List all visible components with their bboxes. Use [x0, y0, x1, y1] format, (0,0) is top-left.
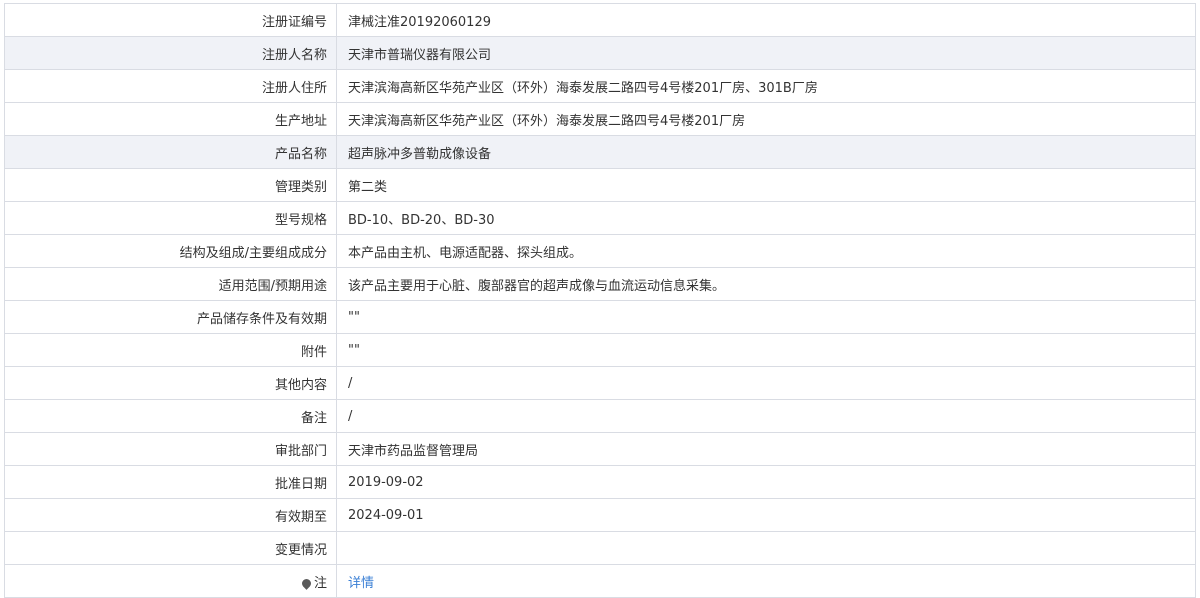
row-structure-composition: 结构及组成/主要组成成分 本产品由主机、电源适配器、探头组成。 — [4, 234, 1196, 268]
note-value-cell: 详情 — [336, 564, 1196, 598]
row-product-name: 产品名称 超声脉冲多普勒成像设备 — [4, 135, 1196, 169]
row-value — [336, 531, 1196, 565]
row-label: 管理类别 — [4, 168, 337, 202]
pin-icon — [300, 576, 313, 590]
row-label: 批准日期 — [4, 465, 337, 499]
registration-detail: 注册证编号 津械注准20192060129 注册人名称 天津市普瑞仪器有限公司 … — [4, 3, 1196, 598]
note-label: 注 — [313, 575, 327, 591]
row-remarks: 备注 / — [4, 399, 1196, 433]
row-value: 津械注准20192060129 — [336, 3, 1196, 37]
row-value: 超声脉冲多普勒成像设备 — [336, 135, 1196, 169]
row-value: 本产品由主机、电源适配器、探头组成。 — [336, 234, 1196, 268]
row-approval-date: 批准日期 2019-09-02 — [4, 465, 1196, 499]
row-value: "" — [336, 300, 1196, 334]
row-production-address: 生产地址 天津滨海高新区华苑产业区（环外）海泰发展二路四号4号楼201厂房 — [4, 102, 1196, 136]
row-value: "" — [336, 333, 1196, 367]
row-label: 注册人住所 — [4, 69, 337, 103]
row-value: 天津市普瑞仪器有限公司 — [336, 36, 1196, 70]
row-other-content: 其他内容 / — [4, 366, 1196, 400]
row-value: 2019-09-02 — [336, 465, 1196, 499]
row-label: 备注 — [4, 399, 337, 433]
row-value: 天津市药品监督管理局 — [336, 432, 1196, 466]
row-intended-use: 适用范围/预期用途 该产品主要用于心脏、腹部器官的超声成像与血流运动信息采集。 — [4, 267, 1196, 301]
row-label: 型号规格 — [4, 201, 337, 235]
row-label: 注册证编号 — [4, 3, 337, 37]
row-value: 天津滨海高新区华苑产业区（环外）海泰发展二路四号4号楼201厂房 — [336, 102, 1196, 136]
row-valid-until: 有效期至 2024-09-01 — [4, 498, 1196, 532]
row-label: 其他内容 — [4, 366, 337, 400]
row-value: BD-10、BD-20、BD-30 — [336, 201, 1196, 235]
row-value: 第二类 — [336, 168, 1196, 202]
row-label: 结构及组成/主要组成成分 — [4, 234, 337, 268]
row-change-status: 变更情况 — [4, 531, 1196, 565]
note-label-cell: 注 — [4, 564, 337, 598]
row-attachment: 附件 "" — [4, 333, 1196, 367]
row-label: 审批部门 — [4, 432, 337, 466]
row-value: 天津滨海高新区华苑产业区（环外）海泰发展二路四号4号楼201厂房、301B厂房 — [336, 69, 1196, 103]
row-registration-number: 注册证编号 津械注准20192060129 — [4, 3, 1196, 37]
row-note: 注 详情 — [4, 564, 1196, 598]
row-approval-department: 审批部门 天津市药品监督管理局 — [4, 432, 1196, 466]
detail-table: 注册证编号 津械注准20192060129 注册人名称 天津市普瑞仪器有限公司 … — [4, 3, 1196, 598]
row-label: 产品储存条件及有效期 — [4, 300, 337, 334]
row-management-category: 管理类别 第二类 — [4, 168, 1196, 202]
row-label: 注册人名称 — [4, 36, 337, 70]
details-link[interactable]: 详情 — [348, 576, 374, 591]
row-storage-validity: 产品储存条件及有效期 "" — [4, 300, 1196, 334]
row-value: / — [336, 366, 1196, 400]
row-value: 2024-09-01 — [336, 498, 1196, 532]
row-value: / — [336, 399, 1196, 433]
row-label: 附件 — [4, 333, 337, 367]
row-registrant-name: 注册人名称 天津市普瑞仪器有限公司 — [4, 36, 1196, 70]
row-model-spec: 型号规格 BD-10、BD-20、BD-30 — [4, 201, 1196, 235]
row-label: 有效期至 — [4, 498, 337, 532]
row-label: 生产地址 — [4, 102, 337, 136]
row-label: 变更情况 — [4, 531, 337, 565]
row-label: 适用范围/预期用途 — [4, 267, 337, 301]
row-registrant-address: 注册人住所 天津滨海高新区华苑产业区（环外）海泰发展二路四号4号楼201厂房、3… — [4, 69, 1196, 103]
row-value: 该产品主要用于心脏、腹部器官的超声成像与血流运动信息采集。 — [336, 267, 1196, 301]
row-label: 产品名称 — [4, 135, 337, 169]
